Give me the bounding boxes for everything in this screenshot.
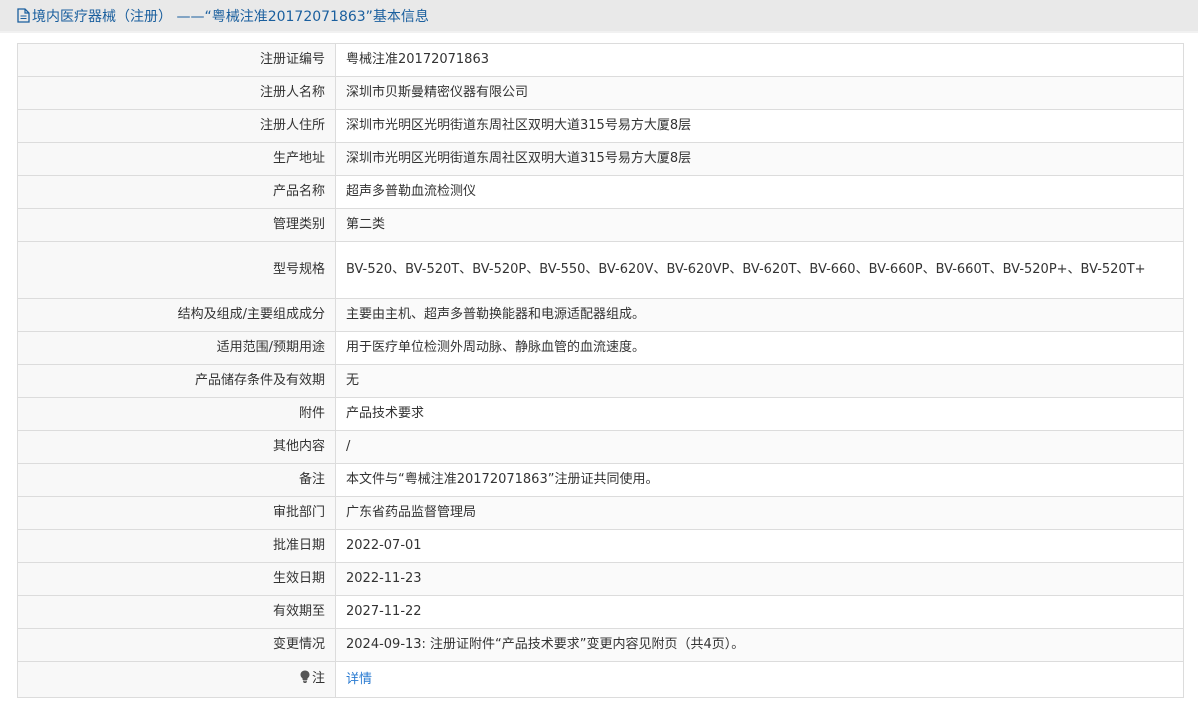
- row-label: 批准日期: [17, 529, 336, 563]
- row-value: 2022-07-01: [335, 529, 1184, 563]
- row-label: 变更情况: [17, 628, 336, 662]
- lightbulb-icon: [300, 669, 310, 691]
- table-row: 产品名称 超声多普勒血流检测仪: [17, 175, 1184, 209]
- table-row: 附件 产品技术要求: [17, 397, 1184, 431]
- table-row: 适用范围/预期用途 用于医疗单位检测外周动脉、静脉血管的血流速度。: [17, 331, 1184, 365]
- row-label: 审批部门: [17, 496, 336, 530]
- page-header: 境内医疗器械（注册） ——“粤械注准20172071863”基本信息: [0, 0, 1198, 31]
- row-value: 2024-09-13: 注册证附件“产品技术要求”变更内容见附页（共4页）。: [335, 628, 1184, 662]
- table-row: 审批部门 广东省药品监督管理局: [17, 496, 1184, 530]
- table-row: 结构及组成/主要组成成分 主要由主机、超声多普勒换能器和电源适配器组成。: [17, 298, 1184, 332]
- row-value: BV-520、BV-520T、BV-520P、BV-550、BV-620V、BV…: [335, 241, 1184, 299]
- note-value-cell: 详情: [335, 661, 1184, 698]
- row-value: 2027-11-22: [335, 595, 1184, 629]
- table-row: 注册证编号 粤械注准20172071863: [17, 43, 1184, 77]
- table-row: 生效日期 2022-11-23: [17, 562, 1184, 596]
- row-label: 附件: [17, 397, 336, 431]
- row-label: 注册人住所: [17, 109, 336, 143]
- row-value: 粤械注准20172071863: [335, 43, 1184, 77]
- table-row: 批准日期 2022-07-01: [17, 529, 1184, 563]
- row-value: 深圳市光明区光明街道东周社区双明大道315号易方大厦8层: [335, 109, 1184, 143]
- table-row: 注册人住所 深圳市光明区光明街道东周社区双明大道315号易方大厦8层: [17, 109, 1184, 143]
- row-label: 结构及组成/主要组成成分: [17, 298, 336, 332]
- row-value: 本文件与“粤械注准20172071863”注册证共同使用。: [335, 463, 1184, 497]
- row-label: 生产地址: [17, 142, 336, 176]
- row-label: 其他内容: [17, 430, 336, 464]
- row-label: 管理类别: [17, 208, 336, 242]
- row-value: /: [335, 430, 1184, 464]
- note-row: 注 详情: [17, 661, 1184, 698]
- row-label: 备注: [17, 463, 336, 497]
- table-row: 有效期至 2027-11-22: [17, 595, 1184, 629]
- row-value: 主要由主机、超声多普勒换能器和电源适配器组成。: [335, 298, 1184, 332]
- row-value: 深圳市贝斯曼精密仪器有限公司: [335, 76, 1184, 110]
- table-row: 变更情况 2024-09-13: 注册证附件“产品技术要求”变更内容见附页（共4页…: [17, 628, 1184, 662]
- table-row: 产品储存条件及有效期无: [17, 364, 1184, 398]
- info-table: 注册证编号 粤械注准20172071863 注册人名称 深圳市贝斯曼精密仪器有限公司注…: [17, 43, 1184, 698]
- row-value: 2022-11-23: [335, 562, 1184, 596]
- row-value: 用于医疗单位检测外周动脉、静脉血管的血流速度。: [335, 331, 1184, 365]
- row-label: 产品储存条件及有效期: [17, 364, 336, 398]
- table-row: 型号规格 BV-520、BV-520T、BV-520P、BV-550、BV-620…: [17, 241, 1184, 299]
- row-value: 广东省药品监督管理局: [335, 496, 1184, 530]
- row-label: 注册人名称: [17, 76, 336, 110]
- table-row: 备注 本文件与“粤械注准20172071863”注册证共同使用。: [17, 463, 1184, 497]
- note-label: 注: [311, 671, 325, 686]
- table-row: 其他内容 /: [17, 430, 1184, 464]
- row-value: 第二类: [335, 208, 1184, 242]
- row-label: 适用范围/预期用途: [17, 331, 336, 365]
- info-panel: 注册证编号 粤械注准20172071863 注册人名称 深圳市贝斯曼精密仪器有限公司注…: [0, 33, 1198, 720]
- note-label-cell: 注: [17, 661, 336, 698]
- row-label: 产品名称: [17, 175, 336, 209]
- row-label: 生效日期: [17, 562, 336, 596]
- row-value: 深圳市光明区光明街道东周社区双明大道315号易方大厦8层: [335, 142, 1184, 176]
- row-value: 产品技术要求: [335, 397, 1184, 431]
- table-row: 注册人名称 深圳市贝斯曼精密仪器有限公司: [17, 76, 1184, 110]
- document-icon: [17, 8, 30, 23]
- details-link[interactable]: 详情: [346, 672, 372, 687]
- row-value: 无: [335, 364, 1184, 398]
- row-label: 有效期至: [17, 595, 336, 629]
- row-label: 型号规格: [17, 241, 336, 299]
- table-row: 管理类别 第二类: [17, 208, 1184, 242]
- row-label: 注册证编号: [17, 43, 336, 77]
- table-row: 生产地址 深圳市光明区光明街道东周社区双明大道315号易方大厦8层: [17, 142, 1184, 176]
- info-table-body: 注册证编号 粤械注准20172071863 注册人名称 深圳市贝斯曼精密仪器有限公司注…: [17, 43, 1184, 698]
- page-title: 境内医疗器械（注册） ——“粤械注准20172071863”基本信息: [32, 8, 429, 25]
- row-value: 超声多普勒血流检测仪: [335, 175, 1184, 209]
